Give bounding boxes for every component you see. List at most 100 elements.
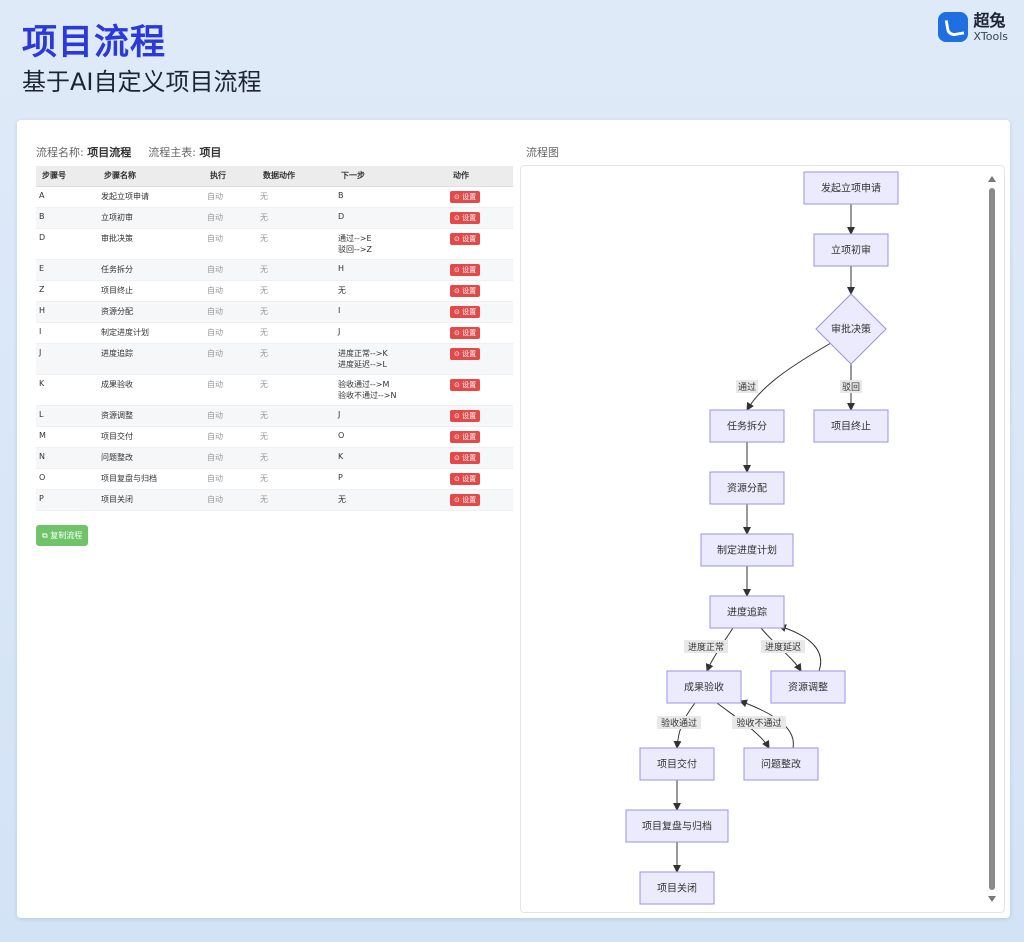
- scroll-down-icon[interactable]: [988, 896, 996, 902]
- settings-button[interactable]: ⊙ 设置: [450, 378, 481, 391]
- flow-node-B[interactable]: 立项初审: [813, 233, 889, 267]
- table-row: B 立项初审 自动无 D ⊙ 设置: [36, 207, 513, 229]
- edge-label-text: 进度正常: [688, 641, 724, 653]
- step-action: ⊙ 设置: [447, 259, 513, 281]
- settings-icon: ⊙: [454, 234, 463, 243]
- flow-node-I[interactable]: 制定进度计划: [700, 533, 794, 567]
- flow-node-K[interactable]: 成果验收: [666, 670, 742, 704]
- step-next: B: [335, 186, 447, 208]
- flow-node-E[interactable]: 任务拆分: [709, 409, 785, 443]
- step-next: O: [335, 426, 447, 448]
- settings-label: 设置: [462, 213, 477, 222]
- table-row: D 审批决策 自动无通过-->E 驳回-->Z ⊙ 设置: [36, 228, 513, 260]
- settings-button[interactable]: ⊙ 设置: [450, 190, 481, 203]
- settings-icon: ⊙: [454, 432, 463, 441]
- settings-button[interactable]: ⊙ 设置: [450, 326, 481, 339]
- page-subtitle: 基于AI自定义项目流程: [22, 68, 262, 96]
- settings-icon: ⊙: [454, 286, 463, 295]
- flow-node-O[interactable]: 项目复盘与归档: [625, 809, 729, 843]
- col-next: 下一步: [335, 166, 447, 187]
- flow-node-label: 资源调整: [788, 681, 828, 694]
- step-id: L: [36, 405, 98, 427]
- flow-node-label: 项目交付: [657, 758, 697, 771]
- step-action: ⊙ 设置: [447, 405, 513, 427]
- step-next: 验收通过-->M 验收不通过-->N: [335, 374, 447, 406]
- step-exec: 自动: [204, 301, 257, 323]
- step-exec: 自动: [204, 186, 257, 208]
- settings-button[interactable]: ⊙ 设置: [450, 305, 481, 318]
- step-id: J: [36, 343, 98, 375]
- step-id: K: [36, 374, 98, 406]
- settings-button[interactable]: ⊙ 设置: [450, 211, 481, 224]
- flow-edge-D-E: [746, 342, 832, 411]
- flow-chart: 通过 驳回进度正常 进度延迟验收通过 验收不通过 发起立项申请立项初审审批决策任务拆分…: [625, 171, 899, 905]
- flow-node-M[interactable]: 项目交付: [639, 747, 715, 781]
- flow-node-L[interactable]: 资源调整: [770, 670, 846, 704]
- col-data-action: 数据动作: [257, 166, 335, 187]
- table-row: L 资源调整 自动无 J ⊙ 设置: [36, 405, 513, 427]
- flow-table-label: 流程主表:: [148, 146, 196, 159]
- settings-button[interactable]: ⊙ 设置: [450, 472, 481, 485]
- settings-label: 设置: [462, 453, 477, 462]
- scroll-up-icon[interactable]: [988, 176, 996, 182]
- copy-flow-label: 复制流程: [50, 531, 83, 540]
- settings-button[interactable]: ⊙ 设置: [450, 451, 481, 464]
- step-data-action: 无: [257, 322, 335, 344]
- step-name: 进度追踪: [98, 343, 204, 375]
- step-data-action: 无: [257, 374, 335, 406]
- step-action: ⊙ 设置: [447, 447, 513, 469]
- step-next-item: P: [338, 472, 343, 482]
- settings-icon: ⊙: [454, 495, 463, 504]
- settings-button[interactable]: ⊙ 设置: [450, 409, 481, 422]
- settings-icon: ⊙: [454, 380, 463, 389]
- step-name: 资源分配: [98, 301, 204, 323]
- settings-button[interactable]: ⊙ 设置: [450, 347, 481, 360]
- step-next-item: K: [338, 451, 344, 461]
- step-action: ⊙ 设置: [447, 301, 513, 323]
- step-action: ⊙ 设置: [447, 343, 513, 375]
- step-id: H: [36, 301, 98, 323]
- col-action: 动作: [447, 166, 513, 187]
- step-next: I: [335, 301, 447, 323]
- copy-flow-button[interactable]: ⧉ 复制流程: [36, 525, 89, 546]
- step-name: 项目复盘与归档: [98, 468, 204, 490]
- step-next-item: H: [338, 263, 345, 273]
- settings-button[interactable]: ⊙ 设置: [450, 284, 481, 297]
- flow-node-A[interactable]: 发起立项申请: [803, 171, 899, 205]
- step-name: 成果验收: [98, 374, 204, 406]
- flow-node-D[interactable]: 审批决策: [815, 293, 887, 365]
- step-next-item: I: [338, 305, 341, 315]
- step-next-item: 验收不通过-->N: [338, 390, 397, 400]
- settings-icon: ⊙: [454, 411, 463, 420]
- step-action: ⊙ 设置: [447, 228, 513, 260]
- flow-chart-container[interactable]: 通过 驳回 进度正常 进度延迟 验收通过 验收不通过 发起立项申请 立项初审 审批决策 任务拆分…: [520, 165, 1005, 913]
- flow-node-N[interactable]: 问题整改: [743, 747, 819, 781]
- step-name: 项目终止: [98, 280, 204, 302]
- flow-scrollbar[interactable]: [988, 176, 996, 902]
- brand-name: 超兔: [973, 10, 1006, 30]
- step-action: ⊙ 设置: [447, 280, 513, 302]
- flow-node-label: 制定进度计划: [717, 544, 777, 557]
- settings-label: 设置: [462, 234, 477, 243]
- table-row: K 成果验收 自动无验收通过-->M 验收不通过-->N ⊙ 设置: [36, 374, 513, 406]
- step-next-item: 驳回-->Z: [338, 244, 372, 254]
- step-next: 进度正常-->K 进度延迟-->L: [335, 343, 447, 375]
- table-row: A 发起立项申请 自动无 B ⊙ 设置: [36, 186, 513, 208]
- settings-button[interactable]: ⊙ 设置: [450, 493, 481, 506]
- scroll-thumb[interactable]: [989, 188, 995, 890]
- settings-label: 设置: [462, 349, 477, 358]
- step-next-item: 进度延迟-->L: [338, 359, 387, 369]
- flow-node-Z[interactable]: 项目终止: [813, 409, 889, 443]
- settings-button[interactable]: ⊙ 设置: [450, 263, 481, 276]
- step-data-action: 无: [257, 447, 335, 469]
- step-data-action: 无: [257, 426, 335, 448]
- flow-edge-label-delay: 进度延迟: [761, 640, 805, 653]
- step-data-action: 无: [257, 489, 335, 511]
- flow-node-H[interactable]: 资源分配: [709, 471, 785, 505]
- flow-table-value: 项目: [199, 146, 222, 159]
- settings-button[interactable]: ⊙ 设置: [450, 430, 481, 443]
- edge-label-text: 进度延迟: [765, 641, 801, 653]
- settings-button[interactable]: ⊙ 设置: [450, 232, 481, 245]
- flow-node-P[interactable]: 项目关闭: [639, 871, 715, 905]
- flow-node-J[interactable]: 进度追踪: [709, 595, 785, 629]
